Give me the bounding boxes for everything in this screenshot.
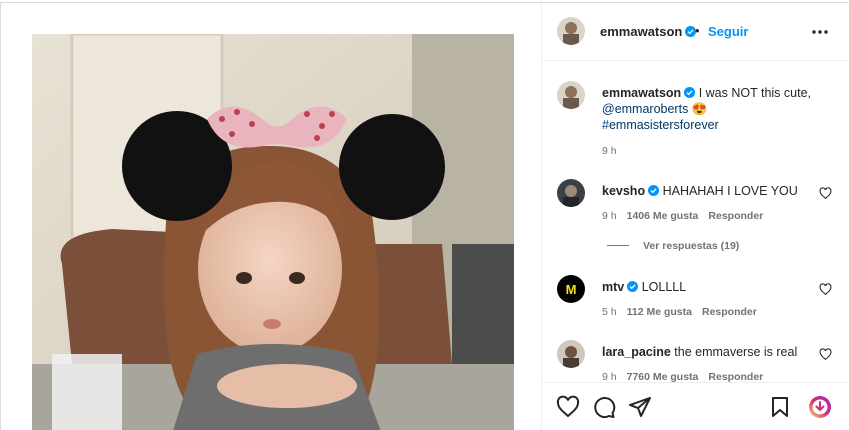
svg-text:M: M (566, 282, 577, 297)
bookmark-icon[interactable] (768, 395, 792, 419)
reply-button[interactable]: Responder (708, 371, 763, 382)
verified-icon (648, 185, 660, 196)
caption-meta: 9 h (602, 145, 627, 157)
reply-button[interactable]: Responder (708, 210, 763, 222)
comment-username[interactable]: mtv (602, 280, 624, 294)
more-icon[interactable] (810, 21, 830, 41)
share-icon[interactable] (628, 395, 652, 419)
heart-icon[interactable] (819, 283, 832, 296)
post-photo[interactable] (32, 34, 514, 430)
heart-icon[interactable] (819, 187, 832, 200)
post-actions-bar (542, 382, 849, 430)
comment-meta: 5 h 112 Me gusta Responder (602, 306, 767, 318)
comment-time[interactable]: 5 h (602, 306, 617, 318)
comment-username[interactable]: lara_pacine (602, 345, 671, 359)
comment-avatar[interactable]: M (557, 275, 585, 303)
author-username[interactable]: emmawatson (600, 24, 697, 39)
caption-time[interactable]: 9 h (602, 145, 617, 157)
comment-text: the emmaverse is real (674, 345, 798, 359)
replies-line (607, 245, 629, 246)
caption-mention-link[interactable]: @emmaroberts (602, 102, 688, 116)
heart-icon[interactable] (556, 395, 580, 419)
caption-hashtag-link[interactable]: #emmasistersforever (602, 118, 719, 132)
post-photo-image (32, 34, 514, 430)
reply-button[interactable]: Responder (702, 306, 757, 318)
comment-time[interactable]: 9 h (602, 371, 617, 382)
heart-icon[interactable] (819, 348, 832, 361)
caption-username[interactable]: emmawatson (602, 86, 681, 100)
verified-icon (627, 281, 639, 292)
comment-likes[interactable]: 7760 Me gusta (627, 371, 699, 382)
comment-meta: 9 h 1406 Me gusta Responder (602, 210, 773, 222)
comment-likes[interactable]: 1406 Me gusta (627, 210, 699, 222)
post-dialog: emmawatson • Seguir emmawatson I was NOT… (0, 2, 849, 430)
comment-text: LOLLLL (641, 280, 687, 294)
comment-meta: 9 h 7760 Me gusta Responder (602, 371, 773, 382)
author-avatar[interactable] (557, 17, 585, 45)
comment-username[interactable]: kevsho (602, 184, 645, 198)
comment-text: HAHAHAH I LOVE YOU (662, 184, 798, 198)
comment-icon[interactable] (592, 395, 616, 419)
post-side-panel: emmawatson • Seguir emmawatson I was NOT… (542, 3, 849, 430)
verified-icon (684, 87, 696, 98)
view-replies-button[interactable]: Ver respuestas (19) (607, 240, 739, 252)
post-header: emmawatson • Seguir (542, 3, 849, 61)
header-separator: • (695, 23, 700, 38)
comment-time[interactable]: 9 h (602, 210, 617, 222)
comment-avatar[interactable] (557, 179, 585, 207)
caption-emoji: 😍 (691, 102, 708, 116)
follow-button[interactable]: Seguir (708, 24, 748, 39)
comments-list[interactable]: emmawatson I was NOT this cute, @emmarob… (542, 62, 849, 382)
comment-avatar[interactable] (557, 340, 585, 368)
download-extension-icon[interactable] (808, 395, 832, 419)
caption-author-avatar[interactable] (557, 81, 585, 109)
caption-text: I was NOT this cute, (698, 86, 811, 100)
post-media-pane (1, 3, 542, 430)
comment-likes[interactable]: 112 Me gusta (627, 306, 692, 318)
